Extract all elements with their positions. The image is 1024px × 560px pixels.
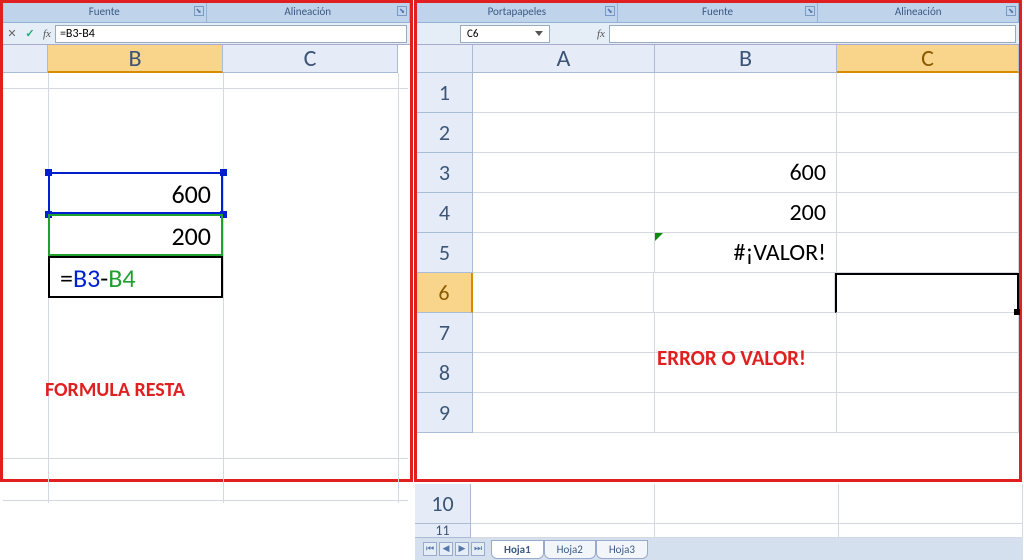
row-header[interactable]: 8: [417, 353, 473, 393]
formula-part: =: [60, 262, 73, 294]
sheet-nav-prev-icon[interactable]: ◀: [439, 542, 453, 556]
fx-icon[interactable]: fx: [597, 28, 605, 40]
sheet-nav-next-icon[interactable]: ▶: [455, 542, 469, 556]
row-header[interactable]: 11: [415, 524, 471, 538]
formula-input[interactable]: [609, 25, 1016, 43]
cell-c3[interactable]: [837, 153, 1019, 193]
cell-b3[interactable]: 600: [48, 172, 223, 214]
cell-b11[interactable]: [655, 524, 839, 538]
cell-a3[interactable]: [473, 153, 655, 193]
formula-input[interactable]: =B3-B4: [55, 25, 407, 43]
cell-b1[interactable]: [655, 73, 837, 113]
accept-formula-icon[interactable]: ✓: [21, 25, 39, 43]
cell-a2[interactable]: [473, 113, 655, 153]
sheet-tab-hoja3[interactable]: Hoja3: [596, 540, 648, 559]
expand-icon[interactable]: ⬊: [805, 6, 815, 16]
expand-icon[interactable]: ⬊: [194, 6, 204, 16]
corner-select-all[interactable]: [417, 45, 473, 73]
cell-c4[interactable]: [837, 193, 1019, 233]
cell-b6[interactable]: [654, 273, 835, 313]
cell-a1[interactable]: [473, 73, 655, 113]
name-box[interactable]: C6: [460, 25, 550, 43]
cell-c2[interactable]: [837, 113, 1019, 153]
formula-ref: B4: [108, 262, 135, 294]
cell-a10[interactable]: [471, 484, 655, 524]
name-box-value: C6: [467, 27, 478, 40]
ribbon-group-alineacion[interactable]: Alineación ⬊: [818, 3, 1019, 22]
fx-icon[interactable]: fx: [43, 28, 51, 40]
ribbon-label: Portapapeles: [488, 5, 547, 18]
cell-a11[interactable]: [471, 524, 655, 538]
cell-c5[interactable]: [837, 233, 1019, 273]
ribbon-group-portapapeles[interactable]: Portapapeles ⬊: [417, 3, 618, 22]
cell-c7[interactable]: [837, 313, 1019, 353]
row-header[interactable]: 10: [415, 484, 471, 524]
expand-icon[interactable]: ⬊: [605, 6, 615, 16]
col-header-b[interactable]: B: [48, 45, 223, 73]
range-handle-icon: [220, 169, 227, 176]
row-header[interactable]: 1: [417, 73, 473, 113]
cancel-formula-icon[interactable]: ✕: [3, 25, 21, 43]
corner-select-all[interactable]: [3, 45, 48, 73]
col-header-c[interactable]: C: [837, 45, 1019, 73]
col-header-c[interactable]: C: [223, 45, 398, 73]
expand-icon[interactable]: ⬊: [397, 6, 407, 16]
cell-c9[interactable]: [837, 393, 1019, 433]
col-header-a[interactable]: A: [473, 45, 655, 73]
sheet-nav-first-icon[interactable]: ⏮: [423, 542, 437, 556]
cell-c10[interactable]: [839, 484, 1023, 524]
row-header[interactable]: 3: [417, 153, 473, 193]
cell-a7[interactable]: [473, 313, 655, 353]
cell-c6-selected[interactable]: [835, 273, 1019, 313]
cell-b3[interactable]: 600: [655, 153, 837, 193]
sheet-nav: ⏮ ◀ ▶ ⏭: [423, 542, 485, 556]
cell-a9[interactable]: [473, 393, 655, 433]
sheet-tab-hoja2[interactable]: Hoja2: [544, 540, 596, 559]
ribbon-label: Alineación: [284, 5, 331, 18]
sheet-nav-last-icon[interactable]: ⏭: [471, 542, 485, 556]
expand-icon[interactable]: ⬊: [1006, 6, 1016, 16]
ribbon-label: Alineación: [895, 5, 942, 18]
range-handle-icon: [45, 169, 52, 176]
ribbon-group-fuente[interactable]: Fuente ⬊: [3, 3, 207, 22]
cell-b5-error[interactable]: #¡VALOR!: [655, 233, 837, 273]
cell-b4[interactable]: 200: [655, 193, 837, 233]
cell-c11[interactable]: [839, 524, 1023, 538]
ribbon-group-alineacion[interactable]: Alineación ⬊: [207, 3, 411, 22]
cell-c1[interactable]: [837, 73, 1019, 113]
ribbon-label: Fuente: [702, 5, 733, 18]
col-header-b[interactable]: B: [655, 45, 837, 73]
cell-c8[interactable]: [837, 353, 1019, 393]
row-header[interactable]: 2: [417, 113, 473, 153]
caption-formula-resta: FORMULA RESTA: [45, 378, 185, 402]
row-header[interactable]: 6: [417, 273, 473, 313]
dropdown-icon[interactable]: [535, 31, 543, 36]
cell-b4[interactable]: 200: [48, 214, 223, 256]
row-header[interactable]: 9: [417, 393, 473, 433]
row-header[interactable]: 4: [417, 193, 473, 233]
cell-a8[interactable]: [473, 353, 655, 393]
cell-a4[interactable]: [473, 193, 655, 233]
sheet-tab-hoja1[interactable]: Hoja1: [491, 540, 544, 559]
cell-b10[interactable]: [655, 484, 839, 524]
ribbon-group-fuente[interactable]: Fuente ⬊: [618, 3, 819, 22]
cell-b5-editing[interactable]: =B3-B4: [48, 256, 223, 298]
formula-ref: B3: [73, 262, 100, 294]
caption-error-valor: ERROR O VALOR!: [657, 345, 806, 371]
row-header[interactable]: 7: [417, 313, 473, 353]
cell-b9[interactable]: [655, 393, 837, 433]
cell-a5[interactable]: [473, 233, 655, 273]
row-header[interactable]: 5: [417, 233, 473, 273]
cell-b2[interactable]: [655, 113, 837, 153]
cell-a6[interactable]: [473, 273, 654, 313]
ribbon-label: Fuente: [89, 5, 120, 18]
